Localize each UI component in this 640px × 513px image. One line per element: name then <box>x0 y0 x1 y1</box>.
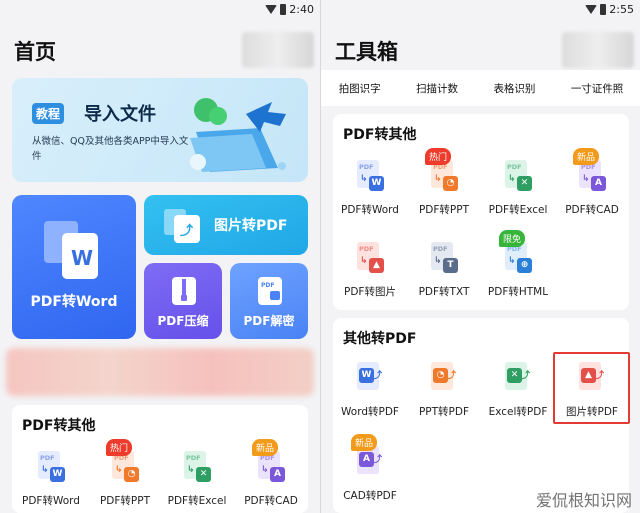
tool-pdf-to-cad[interactable]: PDF ↳ A 新品 PDF转CAD <box>555 148 629 217</box>
section-title: 其他转PDF <box>343 331 417 347</box>
status-time: 2:55 <box>609 2 634 16</box>
tool-pdf-to-ppt[interactable]: PDF ↳ ◔ 热门 PDF转PPT <box>88 439 162 508</box>
hot-badge: 热门 <box>425 148 452 165</box>
battery-icon <box>600 3 607 15</box>
hot-badge: 热门 <box>106 439 133 456</box>
status-bar: 2:55 <box>585 0 640 18</box>
tool-label: PPT转PDF <box>418 406 470 418</box>
tool-label: PDF转TXT <box>418 286 470 298</box>
ppt-to-pdf-icon: ◔ ⤴ <box>429 362 459 396</box>
pdf-to-html-icon: PDF ↳ ⊕ <box>503 242 533 276</box>
import-description: 从微信、QQ及其他各类APP中导入文件 <box>32 136 189 162</box>
cad-to-pdf-icon: A ⤴ <box>355 446 385 480</box>
svg-text:PDF: PDF <box>261 282 274 289</box>
avatar[interactable] <box>562 32 634 68</box>
tool-id-photo[interactable]: 一寸证件照 <box>571 81 624 96</box>
tool-pdf-to-word[interactable]: PDF ↳ W PDF转Word <box>333 160 407 217</box>
image-to-pdf-tile[interactable]: ⤴ 图片转PDF <box>144 195 308 255</box>
pdf-to-image-icon: PDF ↳ ▲ <box>355 242 385 276</box>
tool-label: PDF转PPT <box>418 204 470 216</box>
tool-label: PDF转PPT <box>99 495 151 507</box>
word-doc-icon: W <box>44 221 98 279</box>
import-file-card[interactable]: 教程 导入文件 从微信、QQ及其他各类APP中导入文件 <box>12 78 308 182</box>
tool-photo-ocr[interactable]: 拍图识字 <box>339 81 381 96</box>
promo-banner[interactable] <box>6 348 314 396</box>
new-badge: 新品 <box>351 434 378 451</box>
page-title: 工具箱 <box>335 40 398 64</box>
import-title: 导入文件 <box>84 104 156 125</box>
tutorial-badge: 教程 <box>32 103 65 124</box>
watermark: 爱侃根知识网 <box>535 491 632 510</box>
pdf-to-ppt-icon: PDF ↳ ◔ <box>110 451 140 485</box>
tool-label: PDF转Word <box>22 495 80 507</box>
tile-label: 图片转PDF <box>214 218 288 234</box>
pdf-compress-tile[interactable]: PDF压缩 <box>144 263 222 339</box>
pdf-to-ppt-icon: PDF ↳ ◔ <box>429 160 459 194</box>
tool-pdf-to-image[interactable]: PDF ↳ ▲ PDF转图片 <box>333 242 407 299</box>
wifi-icon <box>585 4 598 14</box>
new-badge: 新品 <box>573 148 600 165</box>
pdf-to-word-tile[interactable]: W PDF转Word <box>12 195 136 339</box>
pdf-to-excel-icon: PDF ↳ ✕ <box>182 451 212 485</box>
tool-pdf-to-excel[interactable]: PDF ↳ ✕ PDF转Excel <box>481 160 555 217</box>
tool-label: PDF转图片 <box>344 286 396 298</box>
tool-pdf-to-txt[interactable]: PDF ↳ T PDF转TXT <box>407 242 481 299</box>
pdf-to-excel-icon: PDF ↳ ✕ <box>503 160 533 194</box>
tool-table-recognition[interactable]: 表格识别 <box>493 81 535 96</box>
unlock-pdf-icon: PDF <box>258 277 282 305</box>
tool-scan-count[interactable]: 扫描计数 <box>416 81 458 96</box>
section-title: PDF转其他 <box>22 418 96 434</box>
free-badge: 限免 <box>499 230 526 247</box>
pdf-to-word-icon: PDF ↳ W <box>355 160 385 194</box>
quick-tools-row: 拍图识字 扫描计数 表格识别 一寸证件照 <box>321 70 640 106</box>
excel-to-pdf-icon: ✕ ⤴ <box>503 362 533 396</box>
folder-import-icon <box>190 98 286 172</box>
tool-pdf-to-ppt[interactable]: PDF ↳ ◔ 热门 PDF转PPT <box>407 148 481 217</box>
tile-label: PDF转Word <box>30 294 118 310</box>
new-badge: 新品 <box>252 439 279 456</box>
section-title: PDF转其他 <box>343 127 417 143</box>
tool-label: PDF转Excel <box>167 495 227 507</box>
home-screen: 2:40 首页 教程 导入文件 从微信、QQ及其他各类APP中导入文件 W PD… <box>0 0 320 513</box>
tool-excel-to-pdf[interactable]: ✕ ⤴ Excel转PDF <box>481 362 555 419</box>
tool-ppt-to-pdf[interactable]: ◔ ⤴ PPT转PDF <box>407 362 481 419</box>
tool-pdf-to-word[interactable]: PDF ↳ W PDF转Word <box>14 451 88 508</box>
page-title: 首页 <box>14 40 56 64</box>
tool-pdf-to-cad[interactable]: PDF ↳ A 新品 PDF转CAD <box>234 439 308 508</box>
tool-label: Word转PDF <box>341 406 399 418</box>
image-pdf-icon: ⤴ <box>164 209 200 243</box>
svg-text:⤴: ⤴ <box>180 223 194 239</box>
tool-cad-to-pdf[interactable]: A ⤴ 新品 CAD转PDF <box>333 434 407 503</box>
battery-icon <box>280 3 287 15</box>
status-time: 2:40 <box>289 2 314 16</box>
tool-label: PDF转CAD <box>244 495 298 507</box>
pdf-to-word-icon: PDF ↳ W <box>36 451 66 485</box>
avatar[interactable] <box>242 32 314 68</box>
selection-highlight <box>553 352 630 424</box>
pdf-to-cad-icon: PDF ↳ A <box>256 451 286 485</box>
tool-label: PDF转CAD <box>565 204 619 216</box>
pdf-to-cad-icon: PDF ↳ A <box>577 160 607 194</box>
zip-file-icon <box>172 277 196 305</box>
pdf-to-other-card: PDF转其他 PDF ↳ W PDF转Word PDF ↳ ◔ 热门 PDF转PPT P… <box>333 114 629 310</box>
tool-label: PDF转Word <box>341 204 399 216</box>
tool-word-to-pdf[interactable]: W ⤴ Word转PDF <box>333 362 407 419</box>
tile-label: PDF压缩 <box>157 314 209 328</box>
wifi-icon <box>265 4 278 14</box>
pdf-to-other-card: PDF转其他 PDF ↳ W PDF转Word PDF ↳ ◔ 热门 PDF转PPT P… <box>12 405 308 513</box>
tool-label: PDF转HTML <box>487 286 549 298</box>
tool-label: CAD转PDF <box>343 490 397 502</box>
toolbox-screen: 2:55 工具箱 拍图识字 扫描计数 表格识别 一寸证件照 PDF转其他 PDF… <box>320 0 640 513</box>
tool-label: Excel转PDF <box>488 406 548 418</box>
tool-label: PDF转Excel <box>488 204 548 216</box>
pdf-to-txt-icon: PDF ↳ T <box>429 242 459 276</box>
tool-pdf-to-excel[interactable]: PDF ↳ ✕ PDF转Excel <box>160 451 234 508</box>
status-bar: 2:40 <box>265 0 320 18</box>
svg-text:W: W <box>71 246 93 270</box>
tool-pdf-to-html[interactable]: PDF ↳ ⊕ 限免 PDF转HTML <box>481 230 555 299</box>
pdf-decrypt-tile[interactable]: PDF PDF解密 <box>230 263 308 339</box>
tile-label: PDF解密 <box>243 314 295 328</box>
word-to-pdf-icon: W ⤴ <box>355 362 385 396</box>
